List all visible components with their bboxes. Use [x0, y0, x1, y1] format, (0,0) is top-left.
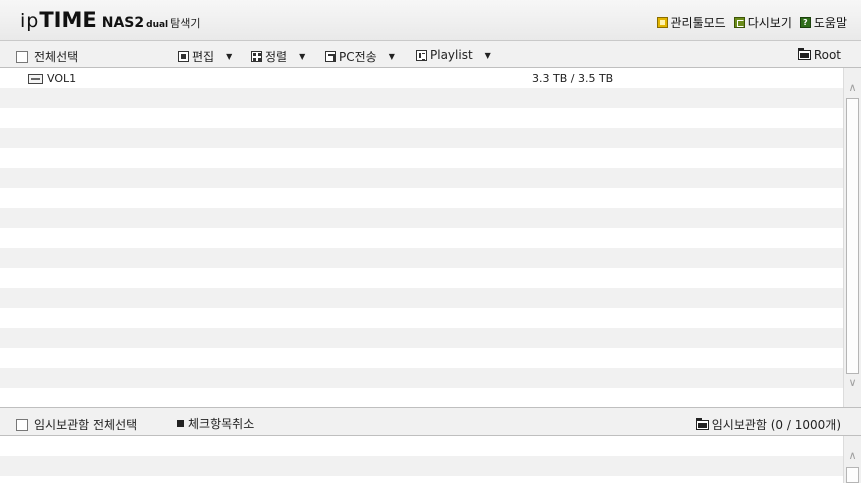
list-row-empty: [0, 268, 843, 288]
admin-mode-icon: [656, 17, 668, 28]
uncheck-items-button[interactable]: 체크항목취소: [177, 415, 254, 432]
temp-list-scrollbar[interactable]: ∧: [843, 436, 861, 483]
list-row-empty: [0, 288, 843, 308]
folder-icon: [695, 417, 709, 430]
dropdown-caret-icon: ▼: [484, 50, 491, 60]
reload-icon: [733, 17, 745, 28]
sort-label: 정렬: [265, 50, 288, 64]
file-list-scrollbar[interactable]: ∧ ∨: [843, 68, 861, 407]
list-row-empty: [0, 248, 843, 268]
volume-size: 3.3 TB / 3.5 TB: [532, 72, 614, 85]
scroll-down-arrow-icon[interactable]: ∨: [844, 375, 861, 391]
help-label: 도움말: [813, 16, 847, 30]
file-list: VOL1 3.3 TB / 3.5 TB: [0, 68, 843, 407]
dropdown-caret-icon: ▼: [226, 52, 233, 61]
sort-menu-button[interactable]: 정렬 ▼: [251, 48, 305, 65]
list-row-empty: [0, 456, 843, 476]
volume-item[interactable]: VOL1: [28, 72, 76, 85]
temp-box-label: 임시보관함 (0 / 1000개): [711, 418, 841, 432]
logo-ip: ip: [20, 10, 40, 32]
help-icon: ?: [799, 17, 811, 28]
admin-mode-link[interactable]: 관리툴모드: [656, 14, 726, 31]
scrollbar-thumb[interactable]: [846, 467, 859, 483]
list-row-empty: [0, 188, 843, 208]
logo-model: NAS2: [101, 15, 145, 31]
file-toolbar: 전체선택 편집 ▼ 정렬 ▼ PC전송 ▼ Playlist ▼ Root: [0, 41, 861, 68]
list-row-empty: [0, 476, 843, 483]
reload-link[interactable]: 다시보기: [733, 14, 792, 31]
list-row-empty: [0, 148, 843, 168]
dropdown-caret-icon: ▼: [299, 52, 306, 61]
folder-icon: [797, 48, 811, 60]
list-row-empty: [0, 168, 843, 188]
list-row-empty: [0, 328, 843, 348]
list-row-empty: [0, 128, 843, 148]
checkbox-box[interactable]: [16, 418, 28, 431]
edit-icon: [178, 51, 189, 62]
app-header: ip TIME NAS2 dual 탐색기 관리툴모드 다시보기 ? 도움말: [0, 0, 861, 41]
app-name: 탐색기: [170, 17, 201, 30]
scrollbar-thumb[interactable]: [846, 98, 859, 374]
list-row-empty: [0, 368, 843, 388]
pc-transfer-icon: [325, 51, 336, 62]
pc-transfer-label: PC전송: [339, 50, 377, 64]
pc-transfer-menu-button[interactable]: PC전송 ▼: [325, 48, 395, 65]
temp-box-list: [0, 436, 843, 483]
select-all-label: 전체선택: [34, 50, 79, 64]
uncheck-label: 체크항목취소: [188, 417, 255, 431]
iptime-logo: ip TIME NAS2 dual 탐색기: [20, 8, 201, 32]
select-all-checkbox[interactable]: 전체선택: [16, 48, 78, 65]
list-row-empty: [0, 388, 843, 407]
temp-select-all-checkbox[interactable]: 임시보관함 전체선택: [16, 416, 137, 433]
reload-label: 다시보기: [747, 16, 792, 30]
admin-mode-label: 관리툴모드: [670, 16, 726, 30]
playlist-label: Playlist: [430, 48, 473, 62]
list-row-empty: [0, 88, 843, 108]
temp-box-button[interactable]: 임시보관함 (0 / 1000개): [695, 416, 841, 433]
checkbox-box[interactable]: [16, 50, 28, 63]
list-row-empty: [0, 348, 843, 368]
root-button[interactable]: Root: [797, 48, 841, 62]
help-link[interactable]: ? 도움말: [799, 14, 847, 31]
scroll-up-arrow-icon[interactable]: ∧: [844, 80, 861, 96]
list-row-empty: [0, 208, 843, 228]
drive-icon: [28, 73, 43, 84]
list-row-empty: [0, 108, 843, 128]
dropdown-caret-icon: ▼: [388, 52, 395, 61]
logo-time: TIME: [39, 8, 97, 32]
uncheck-icon: [177, 420, 184, 427]
playlist-icon: [416, 49, 427, 61]
root-label: Root: [813, 48, 841, 62]
list-row-empty: [0, 308, 843, 328]
temp-box-toolbar: 임시보관함 전체선택 체크항목취소 임시보관함 (0 / 1000개): [0, 407, 861, 436]
list-row-empty: [0, 436, 843, 456]
volume-name: VOL1: [47, 72, 77, 85]
temp-select-all-label: 임시보관함 전체선택: [34, 418, 138, 432]
scroll-up-arrow-icon[interactable]: ∧: [844, 448, 861, 464]
edit-label: 편집: [192, 50, 215, 64]
sort-icon: [251, 51, 262, 62]
list-item[interactable]: VOL1 3.3 TB / 3.5 TB: [0, 68, 843, 88]
list-row-empty: [0, 228, 843, 248]
logo-dual: dual: [146, 20, 169, 30]
top-links: 관리툴모드 다시보기 ? 도움말: [656, 14, 847, 31]
edit-menu-button[interactable]: 편집 ▼: [178, 48, 232, 65]
playlist-menu-button[interactable]: Playlist ▼: [416, 48, 491, 62]
